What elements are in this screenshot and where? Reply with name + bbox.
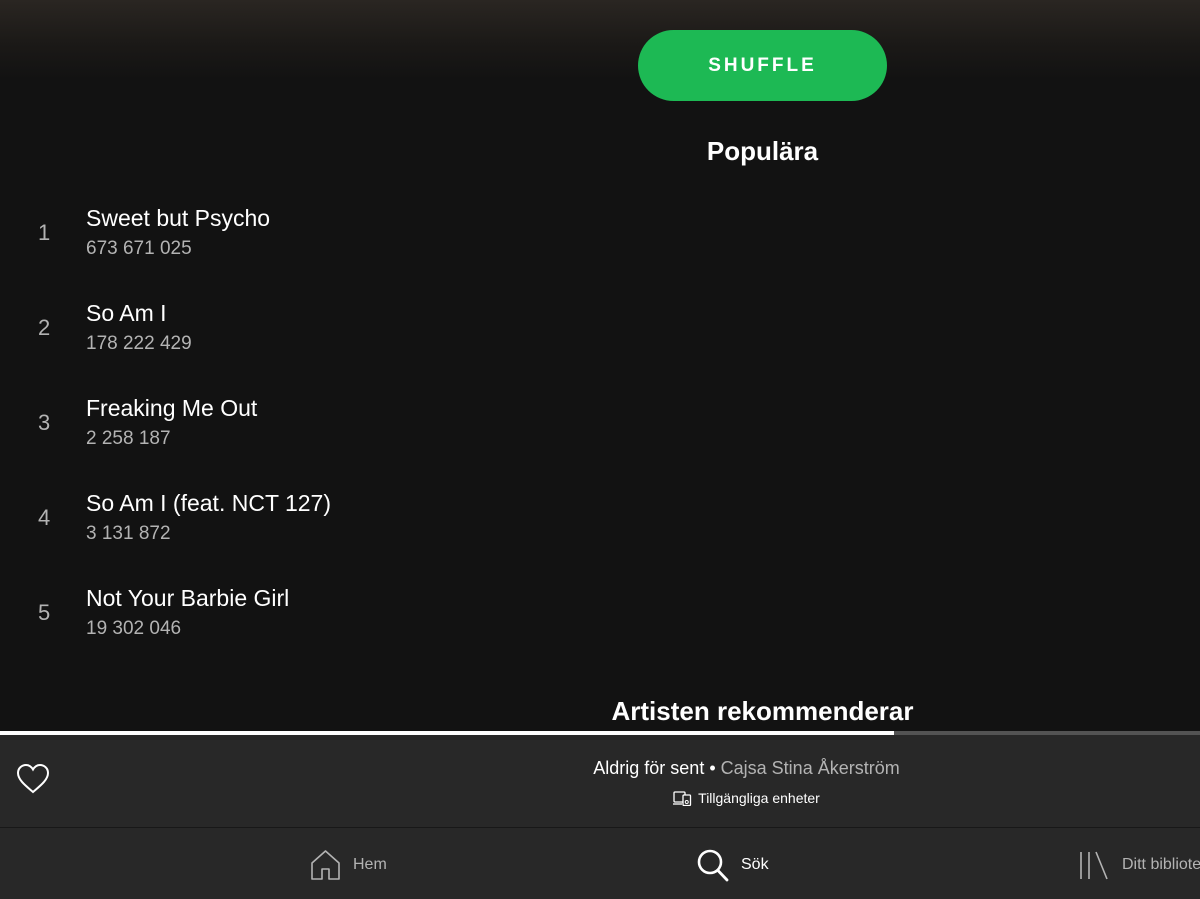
now-playing-bar[interactable]: Aldrig för sent • Cajsa Stina Åkerström … <box>0 735 1200 828</box>
now-playing-info: Aldrig för sent • Cajsa Stina Åkerström <box>0 758 1200 779</box>
tab-search[interactable]: Sök <box>697 848 769 882</box>
popular-section-title: Populära <box>706 136 819 166</box>
bottom-tab-bar: Hem Sök Ditt bibliotek <box>0 828 1200 899</box>
header-image-fade <box>0 0 1200 80</box>
track-title: Sweet but Psycho <box>86 205 271 231</box>
track-number: 1 <box>38 220 51 245</box>
track-number: 4 <box>38 505 51 530</box>
track-title: Not Your Barbie Girl <box>86 585 290 611</box>
tab-home[interactable]: Hem <box>310 848 387 882</box>
track-row[interactable]: 3 Freaking Me Out 2 258 187 <box>0 386 700 481</box>
separator-dot: • <box>709 758 721 778</box>
tab-search-label: Sök <box>741 856 769 873</box>
search-icon <box>697 849 729 881</box>
track-play-count: 3 131 872 <box>86 523 171 544</box>
track-row[interactable]: 2 So Am I 178 222 429 <box>0 291 700 386</box>
available-devices-button[interactable]: Tillgängliga enheter <box>0 790 1200 806</box>
track-play-count: 2 258 187 <box>86 428 171 449</box>
track-row[interactable]: 4 So Am I (feat. NCT 127) 3 131 872 <box>0 481 700 576</box>
artist-page: SHUFFLE Populära 1 Sweet but Psycho 673 … <box>0 0 1200 899</box>
devices-icon <box>673 790 692 806</box>
track-number: 3 <box>38 410 51 435</box>
tab-home-label: Hem <box>353 856 387 873</box>
track-title: So Am I <box>86 300 167 326</box>
track-play-count: 178 222 429 <box>86 333 192 354</box>
home-icon <box>311 850 340 880</box>
popular-track-list: 1 Sweet but Psycho 673 671 025 2 So Am I… <box>0 196 700 671</box>
tab-library-label: Ditt bibliotek <box>1122 856 1200 873</box>
track-number: 5 <box>38 600 51 625</box>
track-title: So Am I (feat. NCT 127) <box>86 490 332 516</box>
track-play-count: 673 671 025 <box>86 238 192 259</box>
shuffle-button[interactable]: SHUFFLE <box>638 30 887 101</box>
now-playing-artist: Cajsa Stina Åkerström <box>720 758 900 778</box>
devices-label: Tillgängliga enheter <box>698 790 820 806</box>
track-title: Freaking Me Out <box>86 395 258 421</box>
library-icon <box>1080 851 1108 880</box>
artist-recommends-title: Artisten rekommenderar <box>611 696 914 726</box>
now-playing-title: Aldrig för sent <box>593 758 705 778</box>
track-number: 2 <box>38 315 51 340</box>
track-play-count: 19 302 046 <box>86 618 182 639</box>
track-row[interactable]: 1 Sweet but Psycho 673 671 025 <box>0 196 700 291</box>
track-row[interactable]: 5 Not Your Barbie Girl 19 302 046 <box>0 576 700 671</box>
tab-library[interactable]: Ditt bibliotek <box>1078 848 1200 882</box>
